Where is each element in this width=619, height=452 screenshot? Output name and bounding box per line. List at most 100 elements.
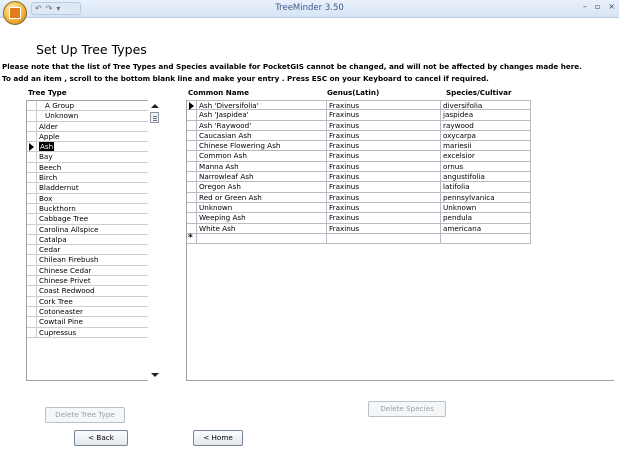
species-cell[interactable]: raywood (441, 120, 531, 131)
tree-type-cell[interactable]: Apple (37, 131, 149, 142)
record-selector[interactable] (187, 172, 197, 183)
record-selector[interactable] (27, 296, 37, 306)
species-row[interactable]: Oregon Ash Fraxinus latifolia (187, 182, 614, 193)
species-cell[interactable]: angustifolia (441, 172, 531, 183)
species-row[interactable]: Manna Ash Fraxinus ornus (187, 161, 614, 173)
record-selector[interactable] (27, 162, 37, 173)
tree-type-cell[interactable]: Chinese Privet (37, 276, 149, 286)
species-row[interactable]: Common Ash Fraxinus excelsior (187, 151, 614, 162)
record-selector[interactable] (187, 213, 197, 224)
common-name-cell[interactable]: White Ash (197, 223, 327, 234)
common-name-cell[interactable] (197, 233, 327, 245)
species-cell[interactable]: diversifolia (441, 100, 531, 111)
species-row[interactable]: Narrowleaf Ash Fraxinus angustifolia (187, 172, 614, 183)
genus-cell[interactable]: Fraxinus (327, 161, 441, 173)
record-selector[interactable] (27, 224, 37, 234)
common-name-cell[interactable]: Unknown (197, 202, 327, 214)
tree-type-row[interactable]: Buckthorn (27, 203, 161, 215)
tree-type-cell[interactable]: Cork Tree (37, 296, 149, 306)
species-row[interactable]: Red or Green Ash Fraxinus pennsylvanica (187, 192, 614, 203)
record-selector[interactable] (187, 110, 197, 121)
tree-type-cell[interactable]: Box (37, 193, 149, 203)
record-selector[interactable] (27, 276, 37, 286)
record-selector[interactable] (187, 182, 197, 193)
record-selector[interactable] (27, 121, 37, 131)
tree-type-row[interactable]: Cotoneaster (27, 306, 161, 318)
tree-type-row[interactable]: Catalpa (27, 234, 161, 246)
species-row[interactable]: Ash 'Jaspidea' Fraxinus jaspidea (187, 110, 614, 121)
species-datasheet[interactable]: Ash 'Diversifolia' Fraxinus diversifolia As… (186, 100, 614, 381)
record-selector[interactable] (27, 255, 37, 265)
genus-cell[interactable]: Fraxinus (327, 110, 441, 121)
back-button[interactable]: < Back (74, 430, 128, 446)
common-name-cell[interactable]: Ash 'Raywood' (197, 120, 327, 131)
tree-type-cell[interactable]: Cedar (37, 245, 149, 255)
genus-cell[interactable]: Fraxinus (327, 213, 441, 224)
tree-type-cell[interactable]: Beech (37, 162, 149, 173)
species-cell[interactable]: oxycarpa (441, 130, 531, 142)
genus-cell[interactable]: Fraxinus (327, 202, 441, 214)
genus-cell[interactable]: Fraxinus (327, 151, 441, 162)
species-cell[interactable]: ornus (441, 161, 531, 173)
tree-type-cell[interactable]: Ash (37, 142, 149, 152)
tree-type-scrollbar[interactable] (148, 100, 161, 381)
tree-type-row[interactable]: Unknown (27, 111, 161, 122)
tree-type-row[interactable]: Beech (27, 162, 161, 174)
tree-type-cell[interactable]: Chilean Firebush (37, 255, 149, 265)
scroll-thumb[interactable] (150, 112, 159, 123)
species-cell[interactable]: jaspidea (441, 110, 531, 121)
common-name-cell[interactable]: Weeping Ash (197, 213, 327, 224)
tree-type-list[interactable]: A Group Unknown Alder Apple Ash Bay Beech Birch… (26, 100, 161, 381)
tree-type-cell[interactable]: A Group (37, 101, 149, 111)
record-selector[interactable] (27, 101, 37, 111)
genus-cell[interactable]: Fraxinus (327, 182, 441, 193)
restore-icon[interactable]: ▫ (595, 2, 600, 11)
home-button[interactable]: < Home (193, 430, 243, 446)
close-icon[interactable]: × (608, 2, 615, 11)
common-name-cell[interactable]: Manna Ash (197, 161, 327, 173)
species-cell[interactable] (441, 233, 531, 245)
species-row[interactable]: Unknown Fraxinus Unknown (187, 202, 614, 214)
common-name-cell[interactable]: Red or Green Ash (197, 192, 327, 203)
species-row[interactable]: White Ash Fraxinus americana (187, 223, 614, 234)
record-selector[interactable] (27, 234, 37, 245)
species-cell[interactable]: pennsylvanica (441, 192, 531, 203)
tree-type-row[interactable]: Bladdernut (27, 183, 161, 194)
common-name-cell[interactable]: Ash 'Jaspidea' (197, 110, 327, 121)
record-selector[interactable] (27, 131, 37, 142)
tree-type-row[interactable]: Chilean Firebush (27, 255, 161, 266)
record-selector[interactable] (27, 142, 37, 152)
tree-type-cell[interactable]: Bladdernut (37, 183, 149, 193)
record-selector[interactable] (27, 245, 37, 255)
tree-type-row[interactable]: Cowtail Pine (27, 317, 161, 328)
tree-type-cell[interactable]: Unknown (37, 111, 149, 121)
common-name-cell[interactable]: Common Ash (197, 151, 327, 162)
record-selector[interactable] (187, 161, 197, 173)
genus-cell[interactable] (327, 233, 441, 245)
genus-cell[interactable]: Fraxinus (327, 130, 441, 142)
species-row[interactable]: Caucasian Ash Fraxinus oxycarpa (187, 130, 614, 142)
tree-type-row[interactable]: Chinese Privet (27, 276, 161, 287)
species-row[interactable]: Ash 'Diversifolia' Fraxinus diversifolia (187, 100, 614, 111)
tree-type-cell[interactable]: Cabbage Tree (37, 214, 149, 224)
tree-type-row[interactable]: Cabbage Tree (27, 214, 161, 225)
record-selector[interactable] (27, 193, 37, 203)
record-selector[interactable] (187, 130, 197, 142)
species-row[interactable]: Ash 'Raywood' Fraxinus raywood (187, 120, 614, 131)
tree-type-row[interactable]: Bay (27, 152, 161, 163)
delete-tree-type-button[interactable]: Delete Tree Type (45, 407, 125, 423)
tree-type-row[interactable]: Box (27, 193, 161, 204)
record-selector[interactable] (27, 183, 37, 193)
common-name-cell[interactable]: Caucasian Ash (197, 130, 327, 142)
record-selector[interactable] (187, 151, 197, 162)
office-button[interactable] (3, 1, 27, 25)
tree-type-row[interactable]: Chinese Cedar (27, 265, 161, 277)
common-name-cell[interactable]: Chinese Flowering Ash (197, 141, 327, 152)
record-selector[interactable] (187, 100, 197, 111)
genus-cell[interactable]: Fraxinus (327, 172, 441, 183)
tree-type-row[interactable]: Birch (27, 173, 161, 184)
common-name-cell[interactable]: Narrowleaf Ash (197, 172, 327, 183)
species-cell[interactable]: pendula (441, 213, 531, 224)
tree-type-row[interactable]: Cupressus (27, 327, 161, 338)
record-selector[interactable] (187, 120, 197, 131)
